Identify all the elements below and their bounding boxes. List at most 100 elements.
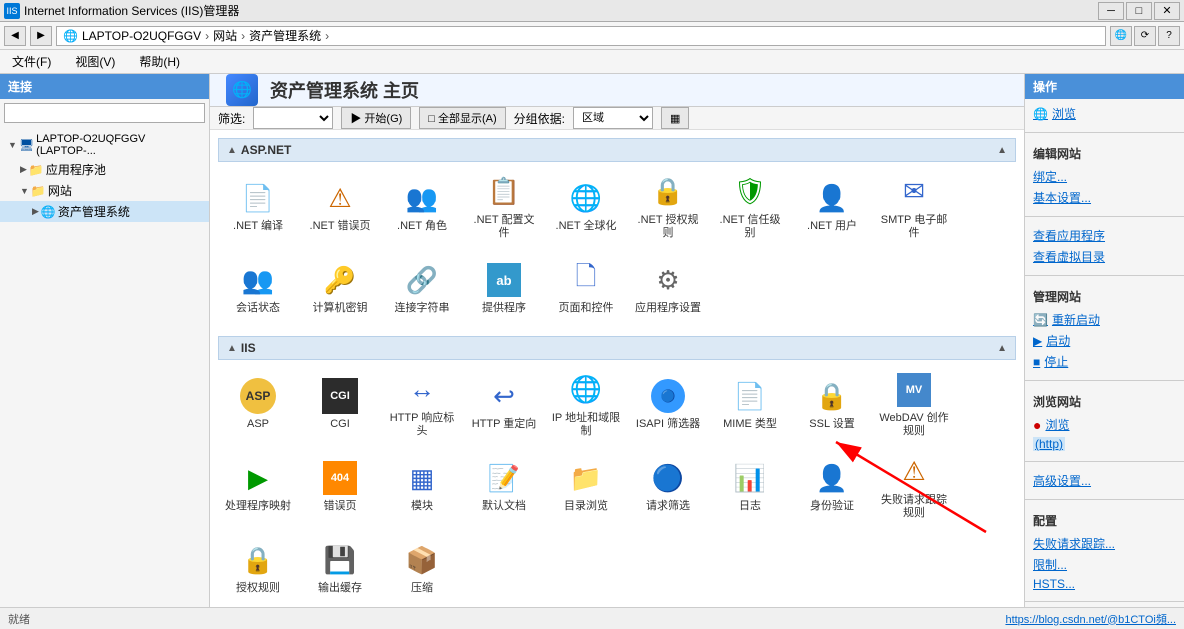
icon-auth[interactable]: 👤 身份验证: [792, 446, 872, 526]
icon-pages-controls[interactable]: 🗋 页面和控件: [546, 248, 626, 328]
icon-authz-rules[interactable]: 🔒 授权规则: [218, 528, 298, 607]
icon-box-auth: 👤: [812, 458, 852, 498]
icon-webdav[interactable]: MV WebDAV 创作规则: [874, 364, 954, 444]
addr-icon-1[interactable]: 🌐: [1110, 26, 1132, 46]
filter-group-dropdown[interactable]: 区域: [573, 107, 653, 129]
right-link-fail-trace[interactable]: 失败请求跟踪...: [1033, 533, 1176, 554]
right-link-browse[interactable]: 🌐 浏览: [1033, 103, 1176, 124]
icon-net-auth[interactable]: 🔒 .NET 授权规则: [628, 166, 708, 246]
right-link-limit[interactable]: 限制...: [1033, 554, 1176, 575]
icon-box-net-config: 📋: [484, 172, 524, 212]
right-link-view-apps[interactable]: 查看应用程序: [1033, 225, 1176, 246]
right-link-bind[interactable]: 绑定...: [1033, 166, 1176, 187]
hsts-label: HSTS...: [1033, 577, 1075, 591]
module-icon: ▦: [410, 463, 435, 494]
right-link-start[interactable]: ▶ 启动: [1033, 330, 1176, 351]
icon-net-config[interactable]: 📋 .NET 配置文件: [464, 166, 544, 246]
right-link-http[interactable]: (http): [1033, 435, 1176, 453]
icon-isapi-filter[interactable]: 🔵 ISAPI 筛选器: [628, 364, 708, 444]
maximize-button[interactable]: □: [1126, 2, 1152, 20]
section-header-aspnet[interactable]: ▲ ASP.NET ▲: [218, 138, 1016, 162]
icon-net-error[interactable]: ⚠ .NET 错误页: [300, 166, 380, 246]
back-button[interactable]: ◀: [4, 26, 26, 46]
net-error-label: .NET 错误页: [310, 220, 371, 233]
right-link-advanced[interactable]: 高级设置...: [1033, 470, 1176, 491]
address-path[interactable]: 🌐 LAPTOP-O2UQFGGV › 网站 › 资产管理系统 ›: [56, 26, 1106, 46]
tree-item-server[interactable]: ▼ 🖥 LAPTOP-O2UQFGGV (LAPTOP-...: [0, 131, 209, 159]
icon-error-page[interactable]: 404 错误页: [300, 446, 380, 526]
icon-handler[interactable]: ▶ 处理程序映射: [218, 446, 298, 526]
net-trust-icon: 🛡: [733, 176, 766, 207]
icon-ip-restrict[interactable]: 🌐 IP 地址和域限制: [546, 364, 626, 444]
filter-all-btn[interactable]: □ 全部显示(A): [419, 107, 505, 129]
icon-default-doc[interactable]: 📝 默认文档: [464, 446, 544, 526]
menu-bar: 文件(F) 视图(V) 帮助(H): [0, 50, 1184, 74]
icon-box-dir-browse: 📁: [566, 458, 606, 498]
iis-icons-grid: ASP ASP CGI CGI ↔: [218, 364, 1016, 607]
icon-dir-browse[interactable]: 📁 目录浏览: [546, 446, 626, 526]
asp-label: ASP: [247, 418, 269, 431]
minimize-button[interactable]: ─: [1098, 2, 1124, 20]
tree-item-apppool[interactable]: ▶ 📁 应用程序池: [0, 159, 209, 180]
addr-icon-3[interactable]: ?: [1158, 26, 1180, 46]
menu-view[interactable]: 视图(V): [67, 51, 123, 72]
addr-icon-2[interactable]: ⟳: [1134, 26, 1156, 46]
icon-net-compile[interactable]: 📄 .NET 编译: [218, 166, 298, 246]
tree-item-assets[interactable]: ▶ 🌐 资产管理系统: [0, 201, 209, 222]
icon-net-global[interactable]: 🌐 .NET 全球化: [546, 166, 626, 246]
close-button[interactable]: ✕: [1154, 2, 1180, 20]
icon-http-headers[interactable]: ↔ HTTP 响应标头: [382, 364, 462, 444]
right-link-view-vdirs[interactable]: 查看虚拟目录: [1033, 246, 1176, 267]
filter-view-btn[interactable]: ▦: [661, 107, 689, 129]
icon-ssl[interactable]: 🔒 SSL 设置: [792, 364, 872, 444]
right-link-stop[interactable]: ■ 停止: [1033, 351, 1176, 372]
server-icon: 🖥: [19, 138, 34, 152]
left-search-input[interactable]: [4, 103, 205, 123]
right-section-config: 配置 失败请求跟踪... 限制... HSTS...: [1025, 504, 1184, 597]
icon-fail-req[interactable]: ⚠ 失败请求跟踪规则: [874, 446, 954, 526]
forward-button[interactable]: ▶: [30, 26, 52, 46]
filter-start-btn[interactable]: ▶ 开始(G): [341, 107, 411, 129]
menu-help[interactable]: 帮助(H): [131, 51, 188, 72]
icon-app-settings[interactable]: ⚙ 应用程序设置: [628, 248, 708, 328]
tree-item-websites[interactable]: ▼ 📁 网站: [0, 180, 209, 201]
fail-req-icon: ⚠: [902, 456, 925, 487]
icon-req-filter[interactable]: 🔵 请求筛选: [628, 446, 708, 526]
right-link-browse-site[interactable]: 浏览: [1045, 414, 1069, 435]
section-collapse-aspnet[interactable]: ▲: [997, 145, 1007, 156]
icon-cgi[interactable]: CGI CGI: [300, 364, 380, 444]
machine-key-icon: 🔑: [324, 265, 356, 296]
address-bar: ◀ ▶ 🌐 LAPTOP-O2UQFGGV › 网站 › 资产管理系统 › 🌐 …: [0, 22, 1184, 50]
icon-module[interactable]: ▦ 模块: [382, 446, 462, 526]
filter-dropdown[interactable]: [253, 107, 333, 129]
icon-output-cache[interactable]: 💾 输出缓存: [300, 528, 380, 607]
icon-net-trust[interactable]: 🛡 .NET 信任级别: [710, 166, 790, 246]
icon-compress[interactable]: 📦 压缩: [382, 528, 462, 607]
section-collapse-iis[interactable]: ▲: [997, 343, 1007, 354]
icon-http-redirect[interactable]: ↩ HTTP 重定向: [464, 364, 544, 444]
bind-label: 绑定...: [1033, 168, 1067, 185]
icon-net-user[interactable]: 👤 .NET 用户: [792, 166, 872, 246]
authz-rules-label: 授权规则: [236, 582, 280, 595]
net-role-icon: 👥: [406, 183, 438, 214]
app-settings-icon: ⚙: [656, 265, 679, 296]
icon-net-role[interactable]: 👥 .NET 角色: [382, 166, 462, 246]
icon-machine-key[interactable]: 🔑 计算机密钥: [300, 248, 380, 328]
menu-file[interactable]: 文件(F): [4, 51, 59, 72]
icon-box-app-settings: ⚙: [648, 260, 688, 300]
icon-log[interactable]: 📊 日志: [710, 446, 790, 526]
module-label: 模块: [411, 500, 433, 513]
default-doc-icon: 📝: [488, 463, 520, 494]
icon-asp[interactable]: ASP ASP: [218, 364, 298, 444]
right-link-hsts[interactable]: HSTS...: [1033, 575, 1176, 593]
icon-connection-str[interactable]: 🔗 连接字符串: [382, 248, 462, 328]
right-link-restart[interactable]: 🔄 重新启动: [1033, 309, 1176, 330]
icon-smtp[interactable]: ✉ SMTP 电子邮件: [874, 166, 954, 246]
icon-mime[interactable]: 📄 MIME 类型: [710, 364, 790, 444]
net-auth-icon: 🔒: [652, 176, 684, 207]
right-link-basic-settings[interactable]: 基本设置...: [1033, 187, 1176, 208]
app-settings-label: 应用程序设置: [635, 302, 701, 315]
section-header-iis[interactable]: ▲ IIS ▲: [218, 336, 1016, 360]
icon-session[interactable]: 👥 会话状态: [218, 248, 298, 328]
icon-provider[interactable]: ab 提供程序: [464, 248, 544, 328]
